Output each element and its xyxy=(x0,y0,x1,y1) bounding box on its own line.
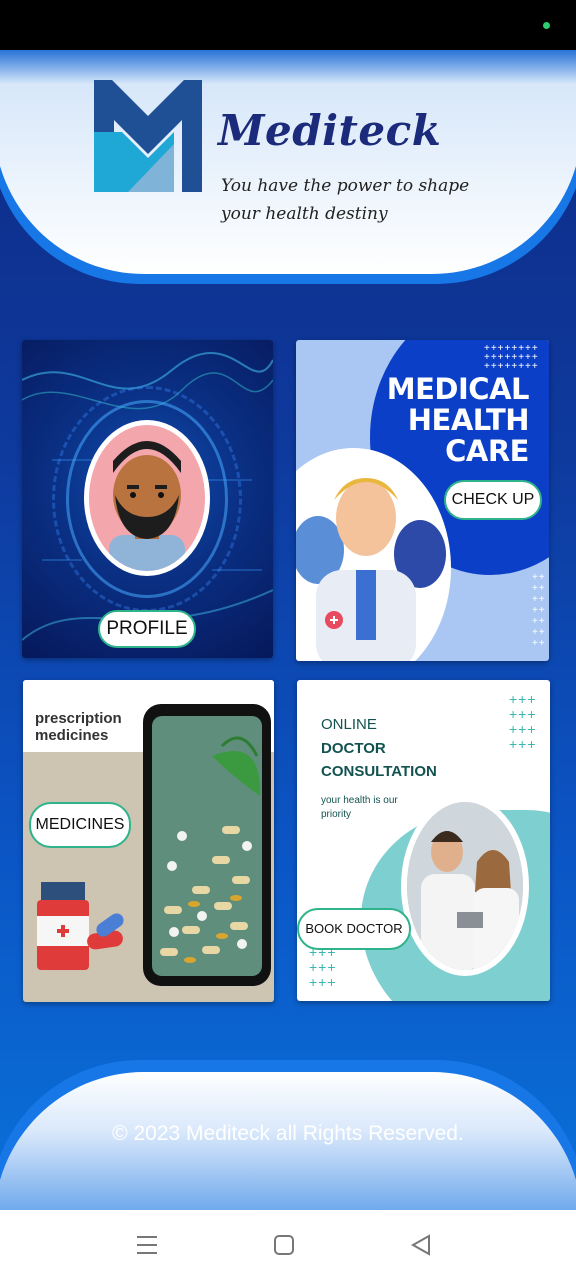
book-doctor-button[interactable]: BOOK DOCTOR xyxy=(297,908,411,950)
check-up-button[interactable]: CHECK UP xyxy=(444,480,542,520)
app-screen: Mediteck You have the power to shape you… xyxy=(0,50,576,1210)
profile-button[interactable]: PROFILE xyxy=(98,610,196,648)
menu-icon[interactable] xyxy=(136,1234,158,1256)
camera-indicator-dot xyxy=(543,22,550,29)
doctors-photo-icon xyxy=(407,802,523,970)
medicines-card[interactable]: prescription medicines MEDICINES xyxy=(23,680,274,1002)
prescription-medicines-label: prescription medicines xyxy=(35,710,122,744)
medical-staff-illustration xyxy=(296,478,446,661)
header-panel: Mediteck You have the power to shape you… xyxy=(0,50,576,274)
medical-health-care-title: MEDICAL HEALTH CARE xyxy=(386,372,530,468)
consultation-label: CONSULTATION xyxy=(321,763,437,780)
online-label: ONLINE xyxy=(321,716,377,733)
doctor-label: DOCTOR xyxy=(321,740,386,757)
back-triangle-icon[interactable] xyxy=(410,1234,432,1256)
pills-photo-icon xyxy=(160,736,261,963)
man-avatar-icon xyxy=(109,441,185,571)
plus-pattern-decoration: +++ +++ +++ +++ xyxy=(509,691,537,752)
phone-illustration xyxy=(143,704,271,986)
status-bar xyxy=(0,0,576,50)
brand-name: Mediteck xyxy=(218,106,442,155)
profile-card[interactable]: PROFILE xyxy=(22,340,273,658)
priority-subtext: your health is our priority xyxy=(321,795,398,820)
mediteck-logo-icon xyxy=(94,80,202,192)
avatar xyxy=(84,420,210,576)
medicines-button[interactable]: MEDICINES xyxy=(29,802,131,848)
checkup-card[interactable]: ++++++++ ++++++++ ++++++++ ++ ++ ++ ++ ++ ++ ++ … xyxy=(296,340,549,661)
header: Mediteck You have the power to shape you… xyxy=(0,50,576,284)
tagline: You have the power to shape your health … xyxy=(221,176,470,224)
book-doctor-card[interactable]: ++++++++++++ ++++++++++++ ONLINE DOCTOR … xyxy=(297,680,550,1001)
home-square-icon[interactable] xyxy=(273,1234,295,1256)
plus-pattern-decoration: ++++++++ ++++++++ ++++++++ xyxy=(484,343,539,372)
medicine-bottle-icon xyxy=(37,882,124,970)
system-nav-bar xyxy=(0,1210,576,1280)
copyright-text: © 2023 Mediteck all Rights Reserved. xyxy=(112,1122,464,1145)
